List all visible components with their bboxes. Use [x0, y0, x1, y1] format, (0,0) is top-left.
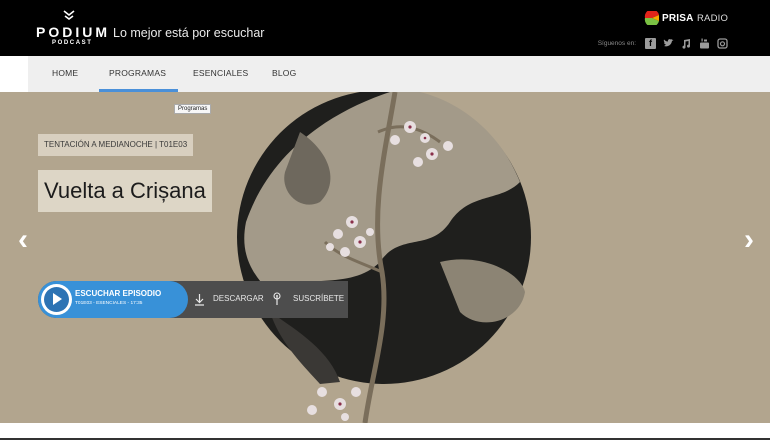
- follow-label: Síguenos en:: [597, 39, 636, 47]
- youtube-icon[interactable]: [699, 38, 710, 49]
- episode-tag: TENTACIÓN A MEDIANOCHE | T01E03: [38, 134, 194, 156]
- next-slide-arrow-icon[interactable]: ›: [739, 225, 759, 255]
- listen-episode-button[interactable]: ESCUCHAR EPISODIO T01E03 - ESENCIALES - …: [38, 281, 188, 318]
- bottom-divider: [0, 438, 770, 440]
- tagline: Lo mejor está por escuchar: [113, 26, 265, 40]
- listen-sublabel: T01E03 - ESENCIALES - 17:35: [75, 301, 143, 306]
- play-icon[interactable]: [41, 284, 72, 315]
- prisa-radio-logo[interactable]: PRISA RADIO: [644, 10, 728, 28]
- nav-item-programas[interactable]: PROGRAMAS: [99, 56, 178, 92]
- prev-slide-arrow-icon[interactable]: ‹: [13, 225, 33, 255]
- subscribe-label[interactable]: SUSCRÍBETE: [293, 294, 344, 303]
- download-icon[interactable]: [194, 293, 205, 306]
- music-icon[interactable]: [681, 38, 692, 49]
- social-follow: Síguenos en: f: [598, 36, 728, 50]
- episode-title[interactable]: Vuelta a Crișana: [38, 170, 212, 212]
- listen-label: ESCUCHAR EPISODIO: [75, 289, 162, 298]
- logo-text: PODIUM: [36, 24, 110, 40]
- podium-logo[interactable]: PODIUM PODCAST: [36, 10, 107, 50]
- top-header: PODIUM PODCAST Lo mejor está por escucha…: [0, 0, 770, 56]
- nav-item-esenciales[interactable]: ESENCIALES: [193, 56, 248, 92]
- download-label[interactable]: DESCARGAR: [213, 294, 264, 303]
- facebook-icon[interactable]: f: [645, 37, 656, 49]
- nav-item-blog[interactable]: BLOG: [272, 56, 296, 92]
- prisa-word: PRISA: [662, 13, 694, 24]
- instagram-icon[interactable]: [717, 37, 728, 49]
- main-nav: HOME PROGRAMAS ESENCIALES BLOG: [28, 56, 770, 92]
- episode-player-bar: ESCUCHAR EPISODIO T01E03 - ESENCIALES - …: [38, 281, 348, 318]
- logo-subtext: PODCAST: [52, 40, 93, 46]
- logo-mark-icon: [63, 10, 75, 20]
- nav-item-home[interactable]: HOME: [52, 56, 78, 92]
- prisa-radio-word: RADIO: [697, 13, 729, 24]
- subscribe-icon[interactable]: [272, 292, 282, 306]
- prisa-logo-icon: [644, 11, 659, 25]
- twitter-icon[interactable]: [663, 38, 674, 49]
- nav-tooltip: Programas: [174, 104, 212, 114]
